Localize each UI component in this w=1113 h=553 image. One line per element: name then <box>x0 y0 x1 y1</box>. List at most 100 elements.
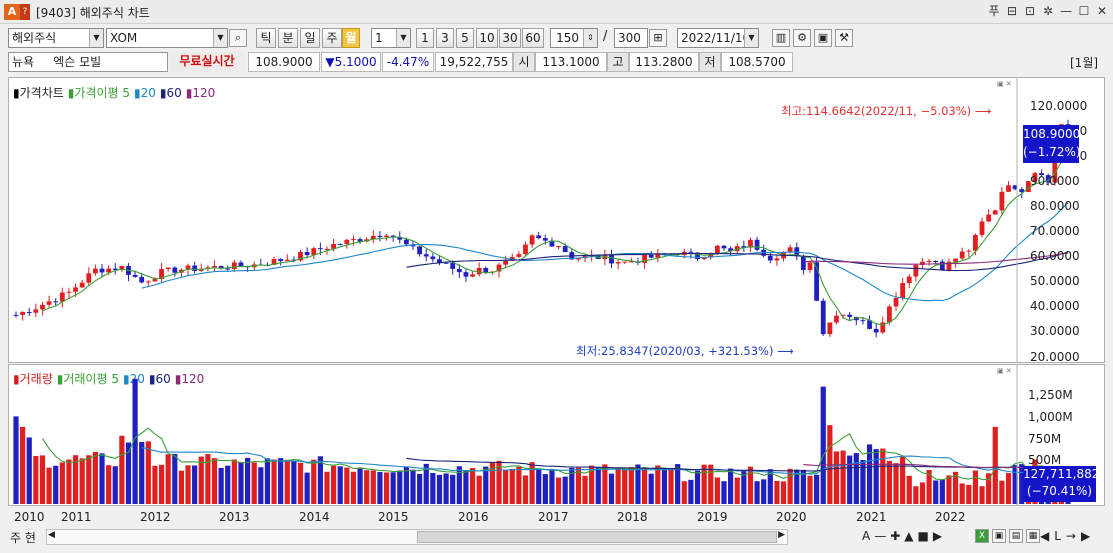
legend-volume-ma120[interactable]: ▮120 <box>175 372 205 386</box>
volume-axis-label: 1,250M <box>1028 388 1073 402</box>
price-axis-label: 80.0000 <box>1030 199 1080 214</box>
period-week-button[interactable]: 주 <box>322 28 342 48</box>
text-tool-icon[interactable]: A <box>862 529 870 543</box>
legend-price-chart[interactable]: ▮가격차트 <box>13 84 64 101</box>
high-annotation: 최고:114.6642(2022/11, −5.03%) ⟶ <box>781 104 992 118</box>
legend-price-ma20[interactable]: ▮20 <box>134 86 156 100</box>
badge-volume: 127,711,882 <box>1023 467 1100 481</box>
period-tick-button[interactable]: 틱 <box>256 28 276 48</box>
chevron-down-icon[interactable]: ▼ <box>396 29 410 47</box>
minimize-button[interactable]: — <box>1059 3 1073 19</box>
period-month-button[interactable]: 월 <box>342 28 360 48</box>
market-value: 해외주식 <box>12 31 57 45</box>
volume-panel: ▮거래량 ▮거래이평 5 ▮20 ▮60 ▮120 ▣ ✕ <box>8 364 1105 506</box>
multiplier-30-button[interactable]: 30 <box>499 28 521 48</box>
legend-volume[interactable]: ▮거래량 <box>13 370 53 387</box>
current-price-badge: 108.9000 (−1.72%) <box>1023 125 1081 163</box>
year-label: 2010 <box>14 510 45 524</box>
bottom-toolbar: 주 현 ◀ ▶ A — ✚ ▲ ■ ▶ X ▣ ▤ ▦ ◀ L → ▶ <box>0 527 1113 547</box>
badge-volume-change: (−70.41%) <box>1026 484 1093 498</box>
search-icon[interactable]: ⌕ <box>229 29 247 47</box>
price-axis-label: 90.0000 <box>1030 174 1080 189</box>
cross-tool-icon[interactable]: ✚ <box>890 529 900 543</box>
line-tool-icon[interactable]: — <box>874 529 886 543</box>
drawing-tools: A — ✚ ▲ ■ ▶ <box>862 529 942 543</box>
prev-icon[interactable]: ◀ <box>1040 529 1049 543</box>
box-tool-icon[interactable]: ■ <box>918 529 929 543</box>
help-icon[interactable]: ? <box>20 4 30 20</box>
unit-select[interactable]: 1 ▼ <box>371 28 411 48</box>
exchange-label: 뉴욕 <box>12 55 35 69</box>
year-label: 2011 <box>61 510 92 524</box>
unit-value: 1 <box>375 31 383 45</box>
chevron-down-icon[interactable]: ▼ <box>213 29 227 47</box>
layout-icon[interactable]: ▦ <box>1026 529 1040 543</box>
count-visible-input[interactable]: 150 ⇕ <box>550 28 598 48</box>
save-icon[interactable]: ▣ <box>814 29 832 47</box>
chevron-down-icon[interactable]: ▼ <box>744 29 758 47</box>
view-mode[interactable]: 주 현 <box>10 529 36 546</box>
chevron-down-icon[interactable]: ▼ <box>89 29 103 47</box>
triangle-tool-icon[interactable]: ▲ <box>904 529 913 543</box>
legend-price-ma120[interactable]: ▮120 <box>186 86 216 100</box>
count-total-input[interactable]: 300 <box>614 28 648 48</box>
play-tool-icon[interactable]: ▶ <box>933 529 942 543</box>
volume-axis-label: 1,000M <box>1028 410 1073 424</box>
volume-panel-controls[interactable]: ▣ ✕ <box>997 367 1012 375</box>
title-bar: A ? [9403] 해외주식 차트 푸 ⊟ ⊡ ✲ — ☐ ✕ <box>0 0 1113 24</box>
scroll-right-icon[interactable]: ▶ <box>778 530 785 540</box>
settings-icon[interactable]: ✲ <box>1041 3 1055 19</box>
badge-price: 108.9000 <box>1023 127 1081 141</box>
symbol-input[interactable]: XOM ▼ <box>106 28 228 48</box>
market-select[interactable]: 해외주식 ▼ <box>8 28 104 48</box>
tools-icon[interactable]: ⚒ <box>835 29 853 47</box>
price-panel-controls[interactable]: ▣ ✕ <box>997 80 1012 88</box>
spinner-icon[interactable]: ⇕ <box>583 29 597 47</box>
multiplier-5-button[interactable]: 5 <box>456 28 474 48</box>
excel-icon[interactable]: X <box>975 529 989 543</box>
chart-scrollbar[interactable]: ◀ ▶ <box>46 529 788 545</box>
multiplier-10-button[interactable]: 10 <box>476 28 498 48</box>
save-icon[interactable]: ▣ <box>992 529 1006 543</box>
volume-axis-label: 750M <box>1028 432 1062 446</box>
multiplier-1-button[interactable]: 1 <box>416 28 434 48</box>
scroll-thumb[interactable] <box>417 531 777 543</box>
legend-volume-ma60[interactable]: ▮60 <box>149 372 171 386</box>
chart-icon[interactable]: ▤ <box>1009 529 1023 543</box>
open-value: 113.1000 <box>535 52 607 72</box>
arrow-icon[interactable]: → <box>1066 529 1076 543</box>
gear-icon[interactable]: ⚙ <box>793 29 811 47</box>
year-label: 2022 <box>935 510 966 524</box>
multiplier-3-button[interactable]: 3 <box>436 28 454 48</box>
export-tools: X ▣ ▤ ▦ <box>975 529 1040 543</box>
period-minute-button[interactable]: 분 <box>278 28 298 48</box>
period-day-button[interactable]: 일 <box>300 28 320 48</box>
scroll-left-icon[interactable]: ◀ <box>48 530 55 540</box>
legend-price-ma60[interactable]: ▮60 <box>160 86 182 100</box>
close-button[interactable]: ✕ <box>1095 3 1109 19</box>
line-icon[interactable]: L <box>1054 529 1061 543</box>
legend-price-ma5[interactable]: ▮가격이평 5 <box>68 84 130 101</box>
year-label: 2012 <box>140 510 171 524</box>
camera-icon[interactable]: ⊡ <box>1023 3 1037 19</box>
low-value: 108.5700 <box>721 52 793 72</box>
legend-volume-ma5[interactable]: ▮거래이평 5 <box>57 370 119 387</box>
maximize-button[interactable]: ☐ <box>1077 3 1091 19</box>
date-value: 2022/11/10 <box>681 31 751 45</box>
next-icon[interactable]: ▶ <box>1081 529 1090 543</box>
multiplier-60-button[interactable]: 60 <box>522 28 544 48</box>
window-controls: 푸 ⊟ ⊡ ✲ — ☐ ✕ <box>987 3 1109 19</box>
quote-bar: 뉴욕 엑슨 모빌 무료실시간 108.9000 ▼5.1000 -4.47% 1… <box>0 51 1113 73</box>
zoom-icon[interactable]: ⊞ <box>649 29 667 47</box>
nav-tools: ◀ L → ▶ <box>1040 529 1090 543</box>
year-label: 2021 <box>856 510 887 524</box>
badge-change: (−1.72%) <box>1023 145 1081 159</box>
window-title: [9403] 해외주식 차트 <box>36 6 150 20</box>
volume-value: 19,522,755 <box>435 52 513 72</box>
pin-icon[interactable]: 푸 <box>987 3 1001 19</box>
chart-type-icon[interactable]: ▥ <box>772 29 790 47</box>
legend-volume-ma20[interactable]: ▮20 <box>123 372 145 386</box>
date-select[interactable]: 2022/11/10 ▼ <box>677 28 759 48</box>
print-icon[interactable]: ⊟ <box>1005 3 1019 19</box>
year-label: 2020 <box>776 510 807 524</box>
